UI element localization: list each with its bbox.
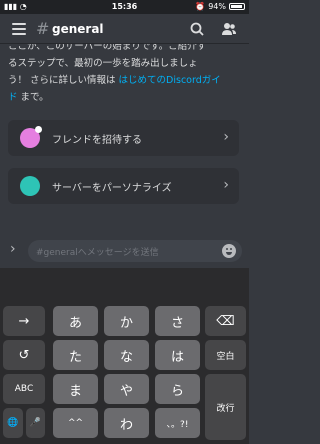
battery-icon bbox=[229, 3, 245, 10]
key-ra[interactable]: ら bbox=[155, 374, 200, 404]
message-input[interactable]: #generalへメッセージを送信 bbox=[28, 240, 242, 262]
channel-header: # general bbox=[0, 14, 249, 44]
key-dakuten[interactable]: ^^ bbox=[53, 408, 98, 438]
key-arrow-right[interactable]: → bbox=[3, 306, 45, 336]
key-punctuation[interactable]: 、。?! bbox=[155, 408, 200, 438]
personalize-server-card[interactable]: サーバーをパーソナライズ › bbox=[8, 168, 239, 204]
key-ha[interactable]: は bbox=[155, 340, 200, 370]
key-undo[interactable]: ↺ bbox=[3, 340, 45, 370]
space-key[interactable]: 空白 bbox=[205, 340, 246, 370]
alarm-icon: ⏰ bbox=[195, 2, 206, 11]
personalize-server-label: サーバーをパーソナライズ bbox=[52, 183, 172, 194]
personalize-server-icon bbox=[20, 176, 40, 196]
chevron-right-icon: › bbox=[223, 177, 229, 193]
key-ka[interactable]: か bbox=[104, 306, 149, 336]
key-ya[interactable]: や bbox=[104, 374, 149, 404]
key-ma[interactable]: ま bbox=[53, 374, 98, 404]
key-ta[interactable]: た bbox=[53, 340, 98, 370]
hamburger-menu-icon[interactable] bbox=[12, 23, 26, 35]
welcome-line-1: ここか、このサーバーの始まりです。ご紹介す bbox=[8, 44, 207, 52]
welcome-line-3: う！ さらに詳しい情報は はじめてのDiscordガイ bbox=[8, 72, 244, 89]
key-na[interactable]: な bbox=[104, 340, 149, 370]
members-icon[interactable] bbox=[221, 21, 237, 37]
return-key[interactable]: 改行 bbox=[205, 374, 246, 440]
message-bar: › #generalへメッセージを送信 bbox=[0, 234, 249, 268]
welcome-line-2: るステップで、最初の一歩を踏み出しましょ bbox=[8, 58, 198, 69]
japanese-keyboard: → あ か さ ⌫ ↺ た な は 空白 ABC ま や ら 改行 🌐 🎤 ^^… bbox=[0, 268, 249, 444]
chevron-right-icon: › bbox=[223, 129, 229, 145]
expand-chevron-icon[interactable]: › bbox=[10, 241, 16, 257]
backspace-key[interactable]: ⌫ bbox=[205, 306, 246, 336]
invite-friends-icon bbox=[20, 126, 42, 148]
battery-percent: 94% bbox=[208, 2, 226, 11]
channel-title: general bbox=[52, 22, 104, 36]
invite-friends-label: フレンドを招待する bbox=[52, 135, 142, 146]
discord-guide-link-cont[interactable]: ド bbox=[8, 92, 18, 103]
invite-friends-card[interactable]: フレンドを招待する › bbox=[8, 120, 239, 156]
key-wa[interactable]: わ bbox=[104, 408, 149, 438]
key-sa[interactable]: さ bbox=[155, 306, 200, 336]
globe-icon[interactable]: 🌐 bbox=[3, 408, 23, 438]
discord-guide-link[interactable]: はじめてのDiscordガイ bbox=[119, 75, 221, 86]
welcome-line-3-text: う！ さらに詳しい情報は bbox=[8, 75, 119, 86]
microphone-icon[interactable]: 🎤 bbox=[26, 408, 45, 438]
welcome-text: ここか、このサーバーの始まりです。ご紹介す るステップで、最初の一歩を踏み出しま… bbox=[8, 44, 244, 106]
status-bar: ▮▮▮ ◔ 15:36 ⏰ 94% bbox=[0, 0, 249, 14]
welcome-line-4-text: まで。 bbox=[20, 92, 49, 103]
key-a[interactable]: あ bbox=[53, 306, 98, 336]
welcome-line-4: ド まで。 bbox=[8, 89, 244, 106]
key-abc[interactable]: ABC bbox=[3, 374, 45, 404]
emoji-icon[interactable] bbox=[222, 244, 236, 258]
channel-hash-icon: # bbox=[36, 19, 50, 38]
message-placeholder: #generalへメッセージを送信 bbox=[36, 248, 159, 258]
search-icon[interactable] bbox=[190, 22, 204, 36]
chat-content: ここか、このサーバーの始まりです。ご紹介す るステップで、最初の一歩を踏み出しま… bbox=[0, 44, 249, 234]
status-right: ⏰ 94% bbox=[195, 2, 245, 11]
